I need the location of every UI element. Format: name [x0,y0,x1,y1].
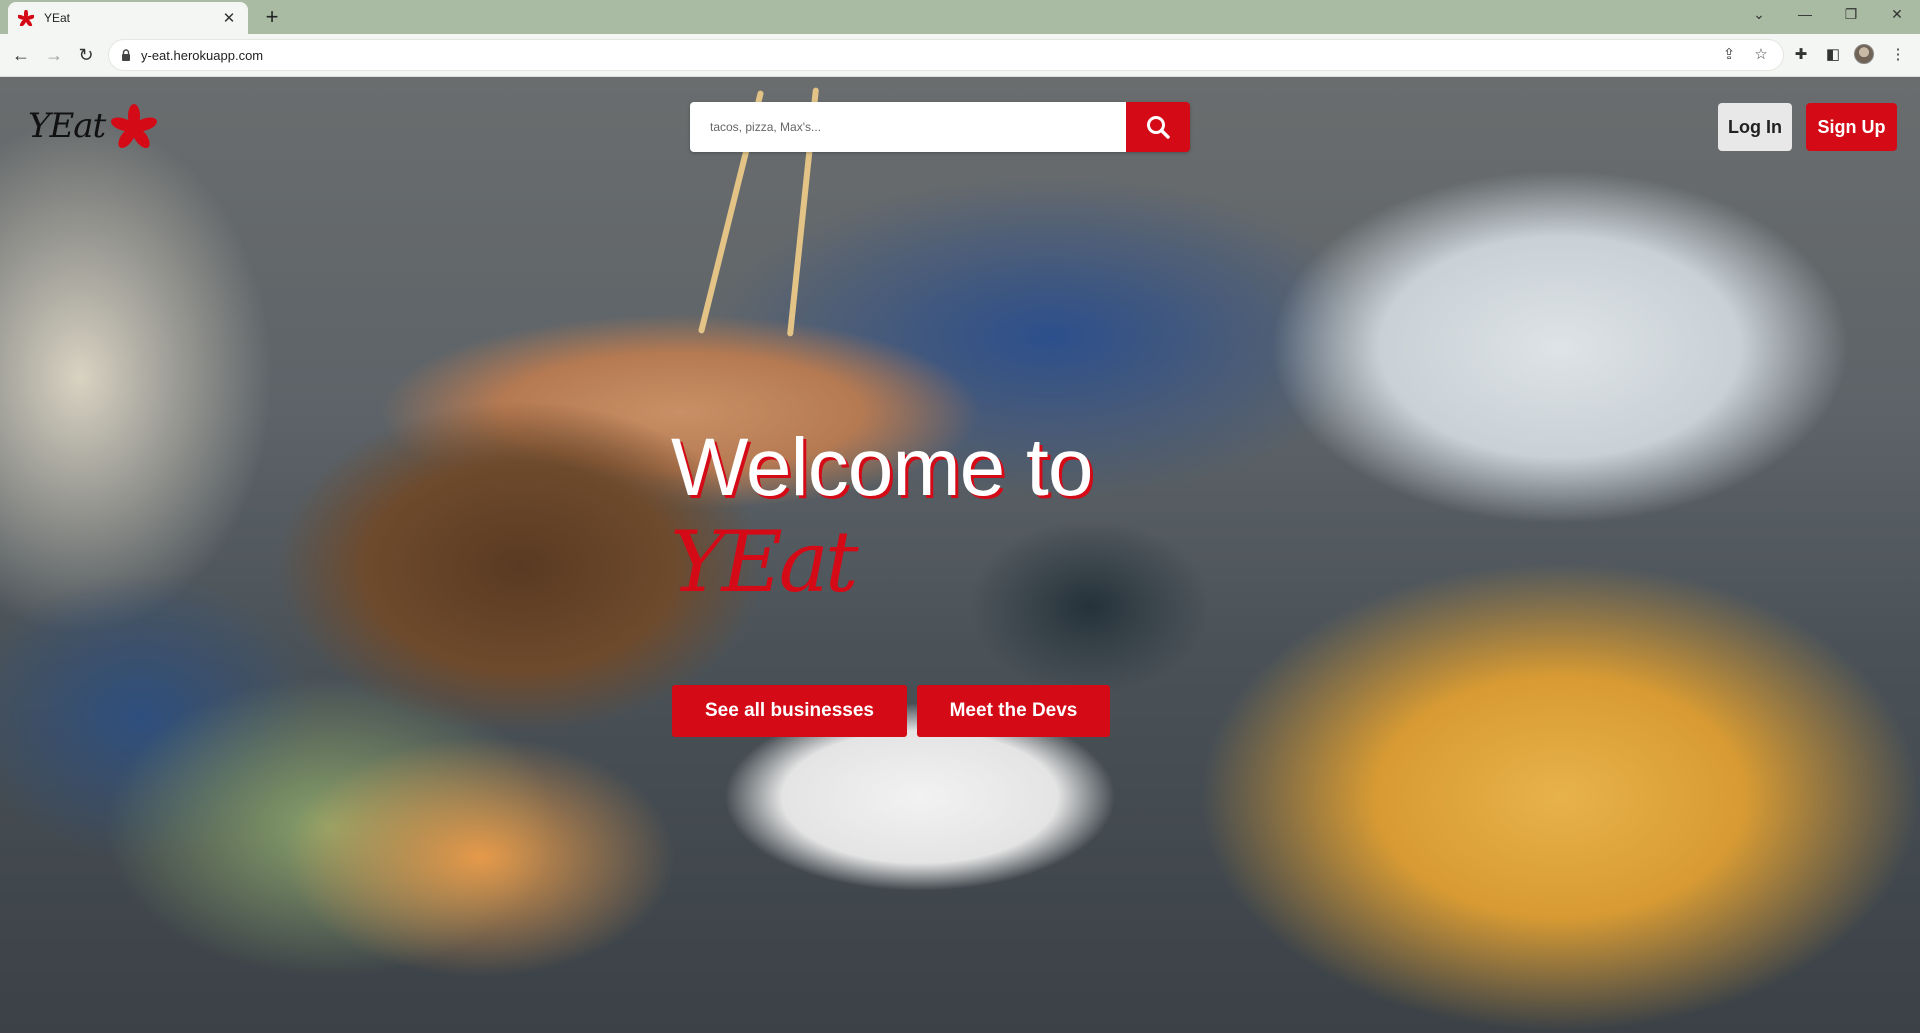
tab-close-icon[interactable]: ✕ [220,9,238,27]
new-tab-button[interactable]: + [260,5,284,29]
url-text: y-eat.herokuapp.com [141,47,264,63]
share-icon[interactable]: ⇪ [1716,40,1742,70]
welcome-heading: Welcome to [671,422,1093,513]
search-bar [690,102,1190,152]
yeat-landing-page: YEat Log In Sign Up Welcome to YEat See … [0,77,1920,1033]
restore-icon[interactable]: ❐ [1836,4,1866,24]
search-icon [1147,116,1170,139]
bookmark-star-icon[interactable]: ☆ [1748,40,1774,70]
profile-avatar[interactable] [1854,44,1874,64]
yeat-flower-logo-icon [111,104,158,149]
site-logo[interactable]: YEat [28,101,159,151]
meet-the-devs-button[interactable]: Meet the Devs [917,685,1110,737]
logo-text: YEat [28,106,106,146]
forward-arrow-icon[interactable]: → [42,43,66,67]
close-window-icon[interactable]: ✕ [1882,4,1912,24]
address-bar[interactable]: y-eat.herokuapp.com [108,39,1784,71]
yeat-favicon-icon [18,10,34,26]
see-all-businesses-button[interactable]: See all businesses [672,685,907,737]
back-arrow-icon[interactable]: ← [9,43,33,67]
tab-title: YEat [44,11,71,25]
reload-icon[interactable]: ↻ [74,43,98,67]
login-button[interactable]: Log In [1718,103,1792,151]
search-button[interactable] [1126,102,1190,152]
signup-button[interactable]: Sign Up [1806,103,1897,151]
lock-icon [122,49,130,61]
minimize-icon[interactable]: — [1790,4,1820,24]
menu-kebab-icon[interactable]: ⋮ [1886,43,1910,67]
hero-background-image [0,77,1920,1033]
browser-tab-bar: YEat ✕ + ⌄ — ❐ ✕ [0,0,1920,34]
browser-toolbar: ← → ↻ y-eat.herokuapp.com ⇪ ☆ ✚ ◧ ⋮ [0,34,1920,77]
brand-heading: YEat [670,513,859,611]
extensions-puzzle-icon[interactable]: ✚ [1789,43,1813,67]
search-input[interactable] [690,102,1126,152]
browser-tab[interactable]: YEat ✕ [8,2,248,34]
side-panel-icon[interactable]: ◧ [1821,43,1845,67]
tab-search-chevron-icon[interactable]: ⌄ [1744,4,1774,24]
